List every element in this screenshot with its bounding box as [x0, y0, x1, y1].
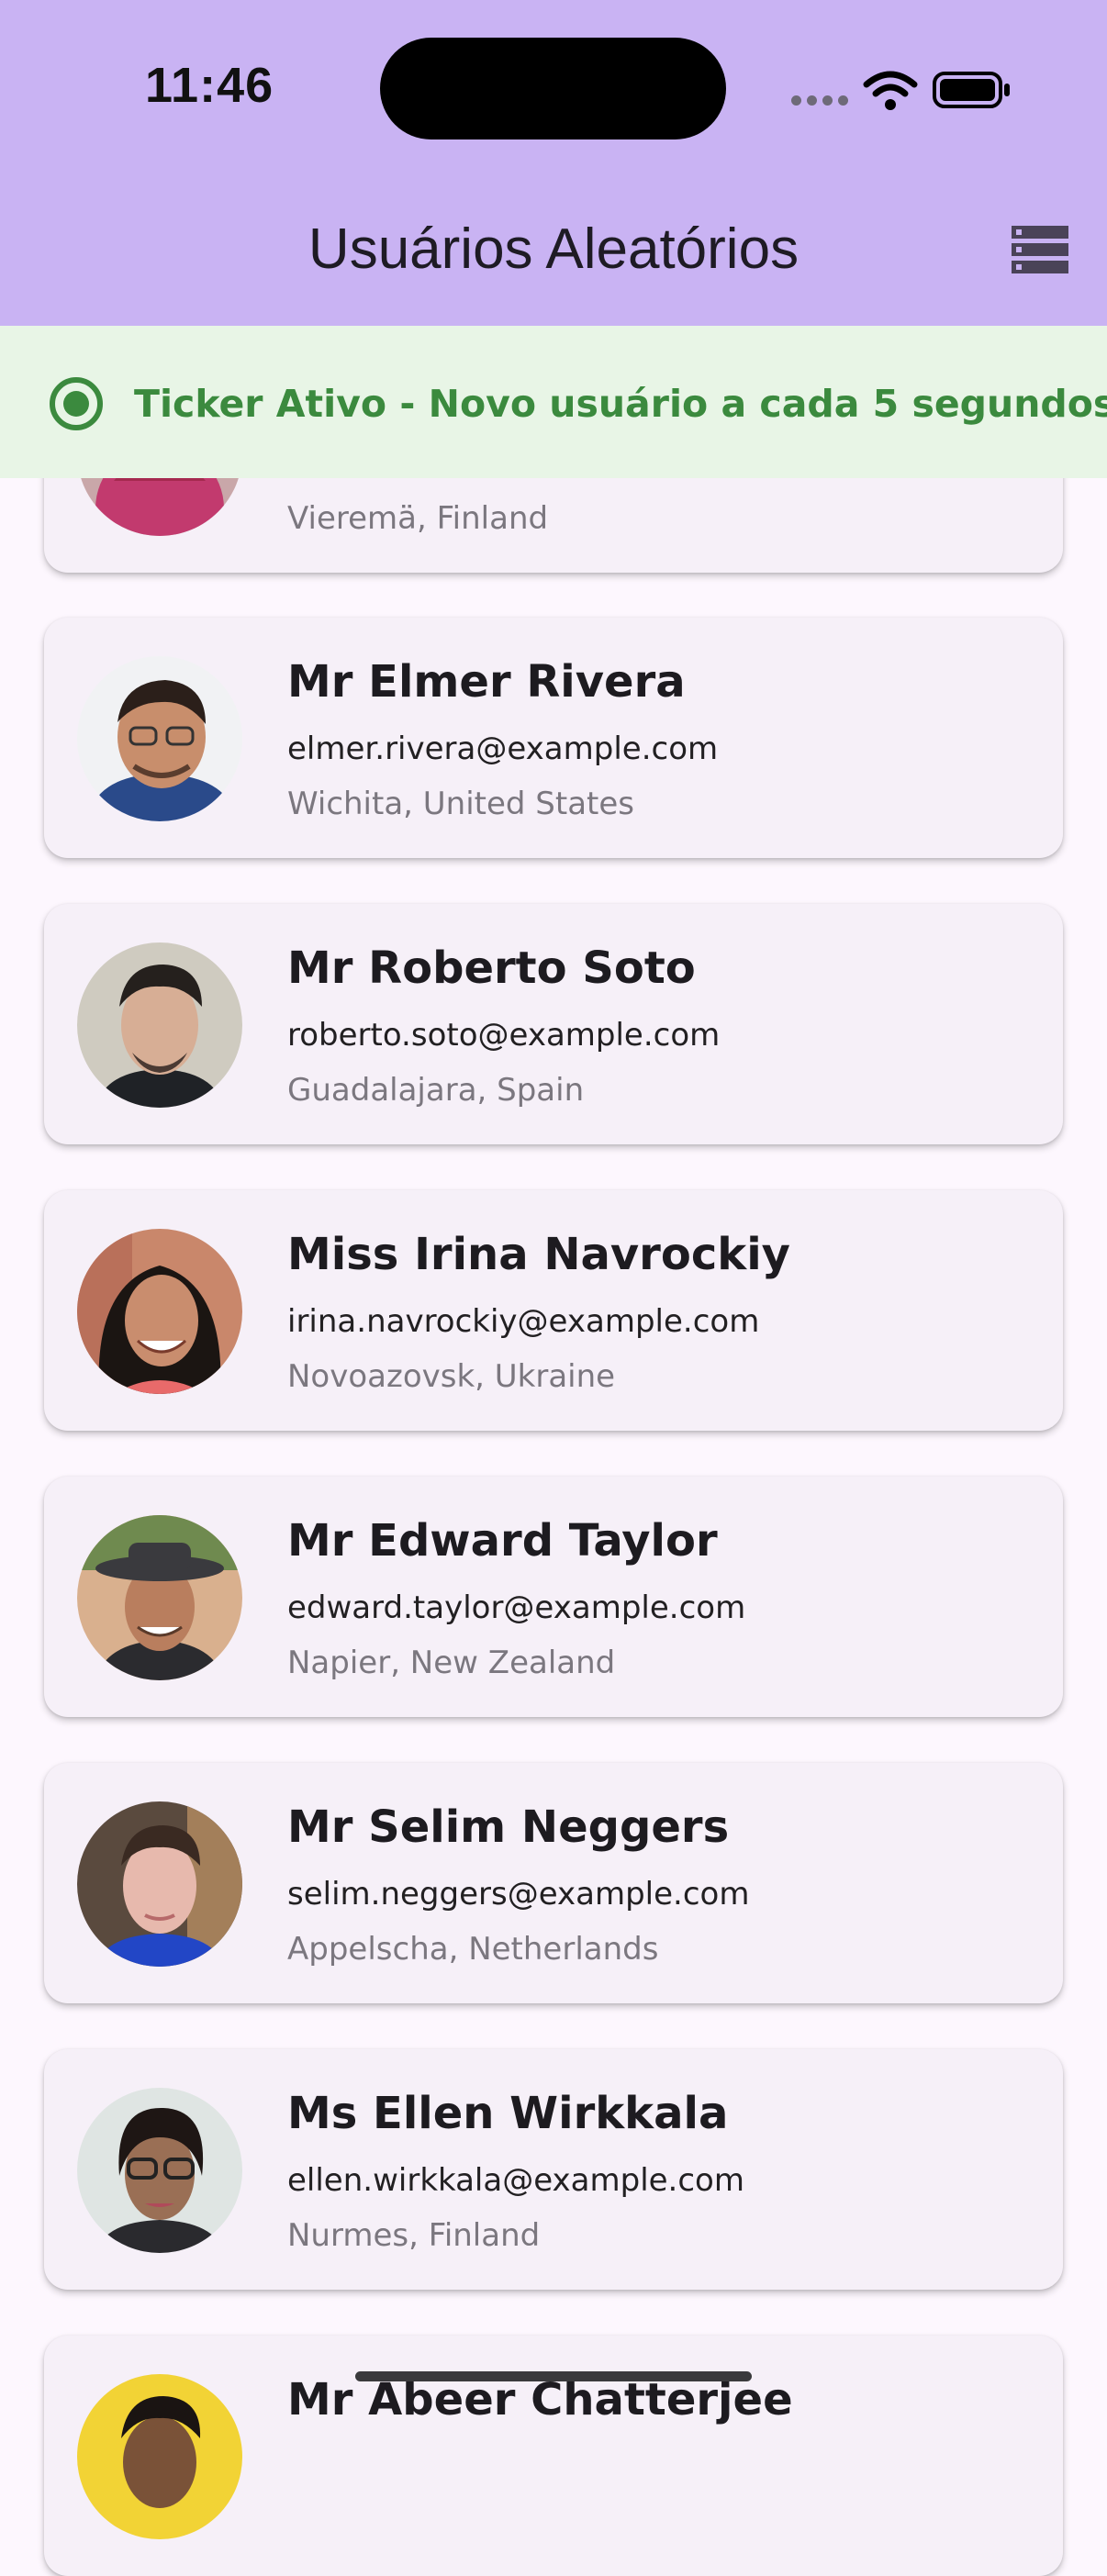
user-name: Mr Selim Neggers: [287, 1801, 730, 1853]
user-email: irina.navrockiy@example.com: [287, 1303, 760, 1340]
user-avatar: [77, 942, 242, 1108]
user-avatar: [77, 2088, 242, 2253]
user-avatar: [77, 2374, 242, 2539]
user-card[interactable]: Mr Edward Taylor edward.taylor@example.c…: [44, 1477, 1063, 1717]
user-email: selim.neggers@example.com: [287, 1876, 750, 1912]
user-name: Ms Ellen Wirkkala: [287, 2088, 729, 2139]
page-title: Usuários Aleatórios: [308, 217, 800, 281]
user-name: Mr Edward Taylor: [287, 1515, 718, 1567]
wifi-icon: [863, 71, 918, 110]
home-indicator[interactable]: [355, 2371, 752, 2381]
user-card[interactable]: Mr Elmer Rivera elmer.rivera@example.com…: [44, 618, 1063, 858]
user-avatar: [77, 656, 242, 821]
user-location: Vieremä, Finland: [287, 500, 549, 537]
user-name: Miss Irina Navrockiy: [287, 1229, 790, 1280]
user-name: Mr Elmer Rivera: [287, 656, 686, 708]
app-bar: 11:46 Usuários Aleatórios: [0, 0, 1107, 326]
user-card[interactable]: Miss Irina Navrockiy irina.navrockiy@exa…: [44, 1190, 1063, 1431]
storage-menu-button[interactable]: [1001, 213, 1079, 286]
dynamic-island: [380, 38, 726, 139]
user-location: Napier, New Zealand: [287, 1645, 616, 1681]
ticker-status-text: Ticker Ativo - Novo usuário a cada 5 seg…: [134, 382, 1107, 426]
user-email: roberto.soto@example.com: [287, 1017, 721, 1054]
user-location: Novoazovsk, Ukraine: [287, 1358, 616, 1395]
user-card[interactable]: Mr Roberto Soto roberto.soto@example.com…: [44, 904, 1063, 1144]
user-name: Mr Roberto Soto: [287, 942, 696, 994]
user-location: Appelscha, Netherlands: [287, 1931, 659, 1968]
cellular-signal-icon: [791, 95, 848, 106]
battery-icon: [933, 72, 1010, 108]
storage-icon: [1012, 226, 1068, 273]
user-card[interactable]: Ms Ellen Wirkkala ellen.wirkkala@example…: [44, 2049, 1063, 2290]
status-time: 11:46: [145, 58, 274, 113]
user-avatar: [77, 1229, 242, 1394]
user-email: edward.taylor@example.com: [287, 1589, 746, 1626]
user-email: ellen.wirkkala@example.com: [287, 2162, 744, 2199]
user-avatar: [77, 1515, 242, 1680]
user-avatar: [77, 1801, 242, 1967]
radio-button-checked-icon: [50, 377, 103, 430]
user-card[interactable]: Mr Selim Neggers selim.neggers@example.c…: [44, 1763, 1063, 2003]
user-location: Guadalajara, Spain: [287, 1072, 585, 1109]
user-location: Nurmes, Finland: [287, 2217, 541, 2254]
user-email: elmer.rivera@example.com: [287, 730, 719, 767]
user-location: Wichita, United States: [287, 786, 635, 822]
